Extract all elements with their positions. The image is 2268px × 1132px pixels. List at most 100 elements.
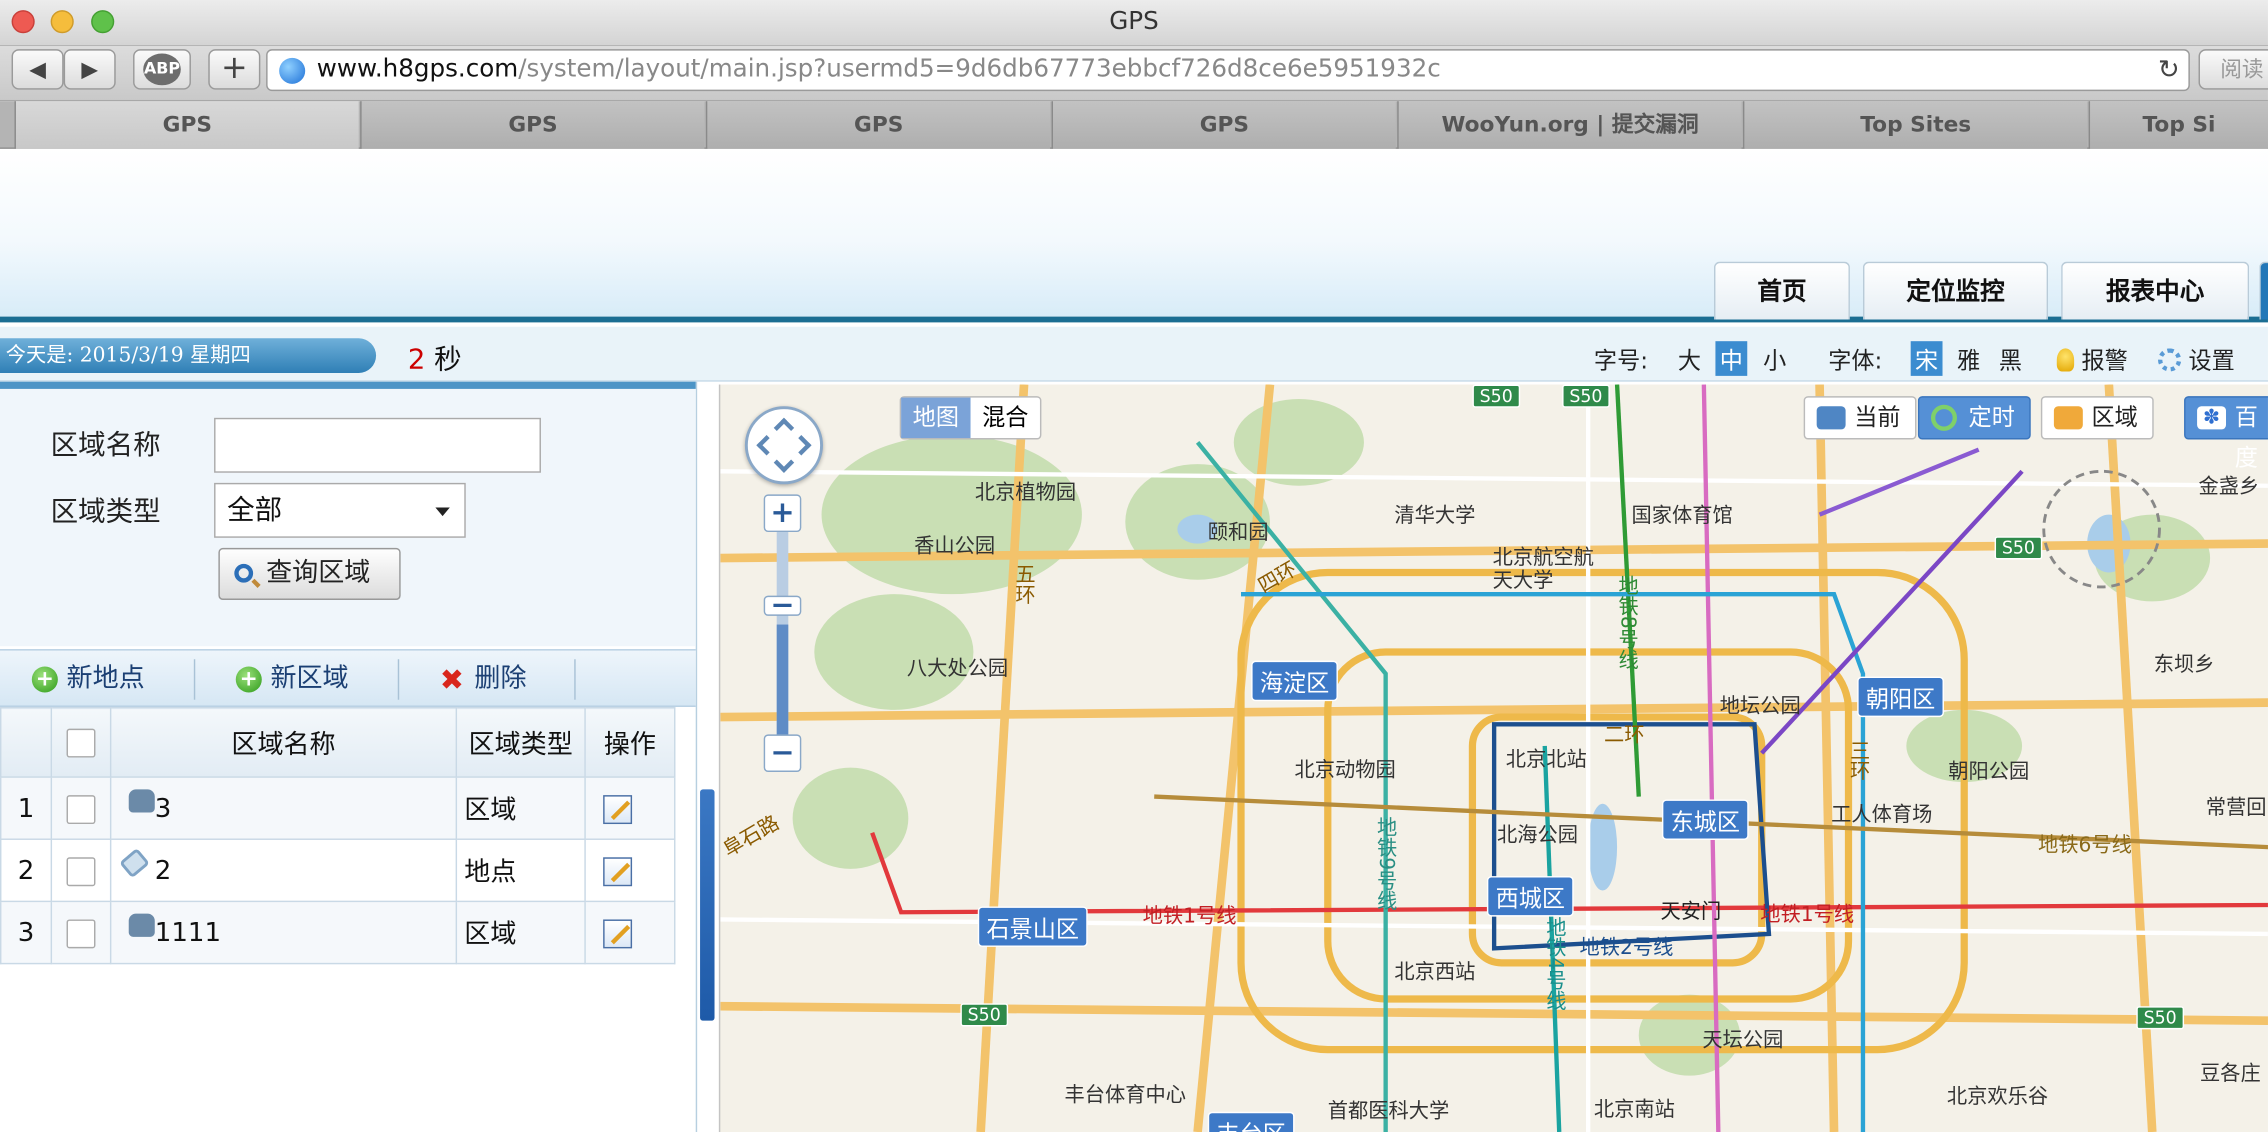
road-shield: S50 [1562,384,1610,408]
browser-tab[interactable]: GPS [1051,101,1396,149]
place-label: 北京欢乐谷 [1946,1085,2049,1109]
url-path: /system/layout/main.jsp?usermd5=9d6db677… [518,54,1441,84]
adblock-button[interactable]: ABP [133,49,191,90]
countdown-unit: 秒 [434,344,462,376]
browser-tab[interactable]: GPS [360,101,705,149]
row-name: 3 [154,792,172,824]
row-name: 2 [154,855,172,886]
reader-button[interactable]: 阅读 [2198,49,2268,90]
map-type-hybrid[interactable]: 混合 [971,398,1040,438]
area-name-input[interactable] [214,417,541,473]
browser-tab[interactable]: Top Sites [1742,101,2088,149]
subway-label: 地铁6号线 [2037,834,2132,858]
query-area-button[interactable]: 查询区域 [218,547,401,600]
place-label: 北京植物园 [974,481,1077,505]
new-point-button[interactable]: + 新地点 [31,662,145,697]
pan-up-icon[interactable] [773,417,795,439]
table-row[interactable]: 2 2 地点 [0,838,676,903]
url-host: www.h8gps.com [316,54,519,84]
edit-icon[interactable] [603,918,633,948]
place-label: 金盏乡 [2198,475,2260,499]
countdown-value: 2 [407,344,426,376]
map-pin-icon [2053,406,2083,430]
reload-icon[interactable]: ↻ [2158,51,2180,90]
row-op-cell [584,838,676,903]
table-row[interactable]: 3 1111 区域 [0,900,676,965]
current-location-button[interactable]: 当前 [1803,396,1917,440]
table-row[interactable]: 1 3 区域 [0,776,676,840]
place-label: 八大处公园 [906,657,1009,681]
timed-button[interactable]: 定时 [1917,396,2031,440]
edit-icon[interactable] [603,856,633,886]
row-name: 1111 [154,917,222,948]
font-face-hei[interactable]: 黑 [1999,341,2022,376]
tab-bar: GPS GPS GPS GPS WooYun.org | 提交漏洞 Top Si… [0,101,2268,149]
new-area-button[interactable]: + 新区域 [235,662,349,697]
alarm-link[interactable]: 报警 [2056,341,2128,376]
window-titlebar: GPS [0,0,2268,47]
place-label: 北京西站 [1394,961,1476,985]
back-button[interactable]: ◀ [11,49,64,90]
browser-tab[interactable]: WooYun.org | 提交漏洞 [1397,101,1742,149]
row-op-cell [584,900,676,965]
nav-next[interactable] [2259,261,2268,320]
row-checkbox[interactable] [66,918,96,948]
font-face-label: 字体: [1828,346,1883,375]
place-label: 首都医科大学 [1327,1100,1450,1124]
district-label: 东城区 [1661,799,1749,840]
font-size-small[interactable]: 小 [1763,341,1786,376]
forward-button[interactable]: ▶ [63,49,116,90]
place-label: 常营回 [2205,796,2267,820]
settings-link[interactable]: 设置 [2158,341,2235,376]
font-face-song[interactable]: 宋 [1910,341,1943,376]
area-type-select[interactable]: 全部 [214,482,466,538]
zoom-control: + − − [763,494,804,774]
delete-button[interactable]: ✖ 删除 [440,662,527,697]
row-index: 3 [0,900,53,965]
district-label: 西城区 [1486,876,1574,917]
zoom-slider-handle[interactable]: − [763,590,802,619]
browser-tab[interactable]: Top Si [2088,101,2268,149]
area-icon [128,912,155,937]
adblock-icon: ABP [143,53,181,86]
row-index: 1 [0,776,53,840]
area-button[interactable]: 区域 [2040,396,2154,440]
row-checkbox[interactable] [66,794,96,824]
new-tab-button[interactable]: + [208,49,261,90]
tag-icon [119,847,150,878]
font-size-large[interactable]: 大 [1678,341,1701,376]
font-size-medium[interactable]: 中 [1715,341,1748,376]
baidu-button[interactable]: ✽ 百度 [2184,396,2268,471]
row-checkbox-cell [50,838,112,903]
pan-control[interactable] [744,406,824,485]
zoom-out-button[interactable]: − [763,734,802,773]
place-label: 北京南站 [1593,1098,1675,1122]
zoom-level-fill [776,624,789,744]
pan-down-icon[interactable] [773,452,795,473]
nav-monitor[interactable]: 定位监控 [1862,261,2049,320]
pan-right-icon[interactable] [791,435,812,456]
new-area-label: 新区域 [270,663,349,694]
map-view[interactable]: 地图 混合 当前 定时 区域 ✽ 百度 + − − 海淀区 朝阳区 东城区 西城… [718,384,2268,1132]
table-header-row: 区域名称 区域类型 操作 [0,706,676,778]
road-shield: S50 [960,1003,1008,1027]
pan-left-icon[interactable] [756,435,777,456]
baidu-label: 百度 [2234,403,2258,472]
zoom-in-button[interactable]: + [763,494,802,533]
browser-tab[interactable]: GPS [14,101,359,149]
paw-icon: ✽ [2197,406,2227,430]
date-label: 今天是: 2015/3/19 星期四 [0,338,377,373]
subway-label: 地铁4号线 [1543,916,1567,1011]
panel-collapse-handle[interactable] [700,789,715,1021]
nav-home[interactable]: 首页 [1713,261,1850,320]
refresh-icon [1930,404,1957,431]
browser-tab[interactable]: GPS [705,101,1051,149]
nav-reports[interactable]: 报表中心 [2061,261,2250,320]
map-type-switch: 地图 混合 [899,396,1042,440]
map-type-map[interactable]: 地图 [901,397,971,439]
font-face-ya[interactable]: 雅 [1957,341,1980,376]
select-all-checkbox[interactable] [66,728,96,758]
address-bar[interactable]: www.h8gps.com/system/layout/main.jsp?use… [266,49,2190,92]
edit-icon[interactable] [603,794,633,824]
row-checkbox[interactable] [66,856,96,886]
